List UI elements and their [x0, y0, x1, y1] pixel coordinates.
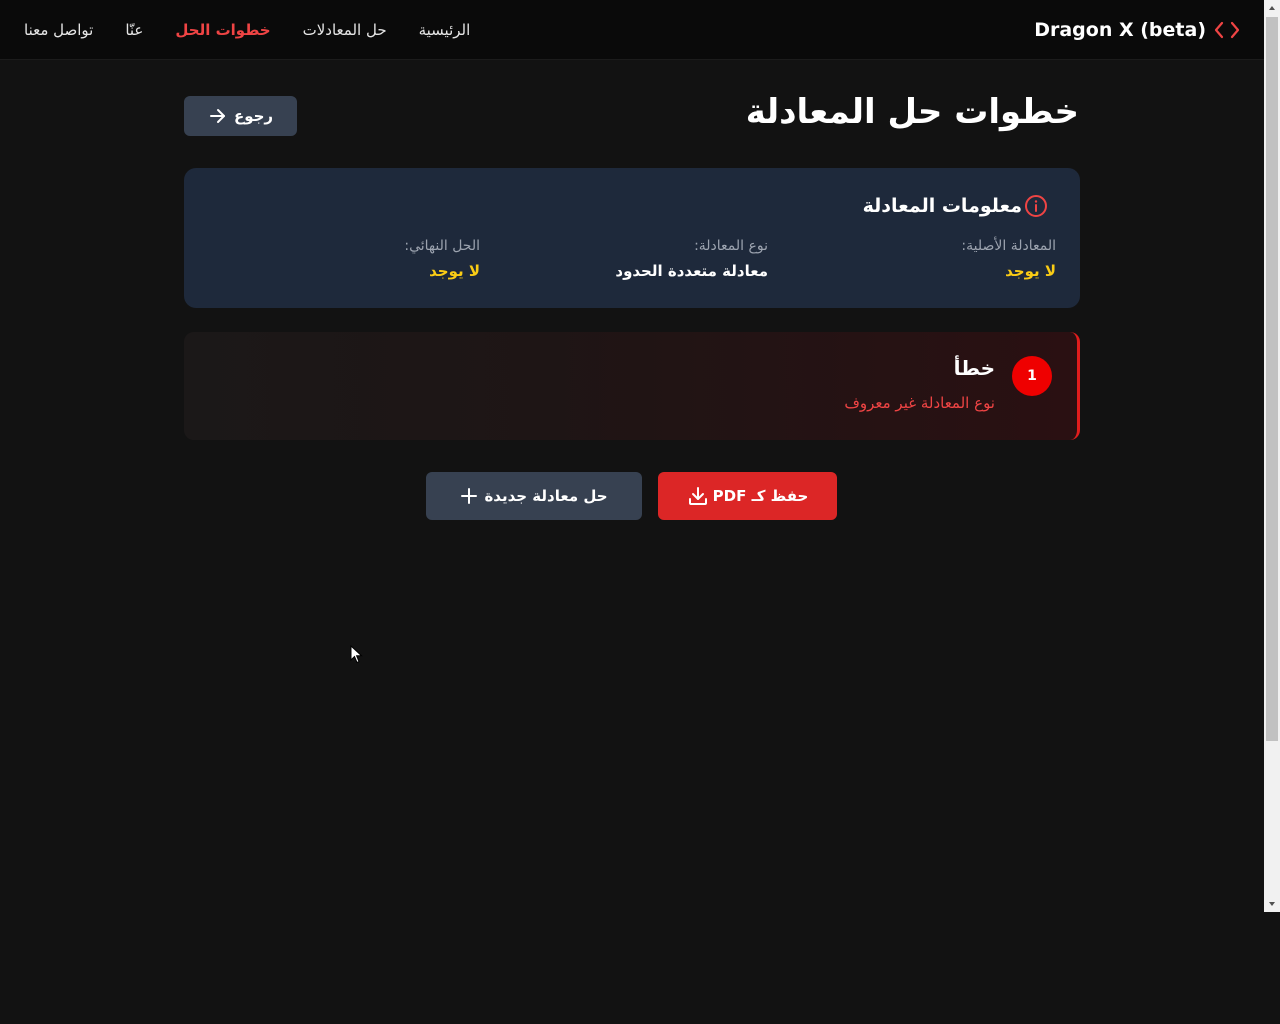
- equation-type-value: معادلة متعددة الحدود: [615, 262, 768, 280]
- window-background: [0, 912, 1280, 1024]
- equation-info-card: معلومات المعادلة المعادلة الأصلية: لا يو…: [184, 168, 1080, 308]
- final-solution-value: لا يوجد: [429, 262, 480, 280]
- step-card-error: 1 خطأ نوع المعادلة غير معروف: [184, 332, 1080, 440]
- code-icon: [1214, 21, 1240, 39]
- brand-name: Dragon X (beta): [1034, 19, 1206, 41]
- nav-link-about[interactable]: عنّا: [125, 21, 143, 39]
- info-original: المعادلة الأصلية: لا يوجد: [961, 238, 1056, 280]
- nav-link-steps[interactable]: خطوات الحل: [175, 21, 270, 39]
- scroll-up-icon[interactable]: [1264, 0, 1280, 16]
- scroll-down-icon[interactable]: [1264, 896, 1280, 912]
- new-equation-label: حل معادلة جديدة: [484, 487, 608, 505]
- info-icon: [1025, 195, 1047, 217]
- info-final: الحل النهائي: لا يوجد: [404, 238, 480, 280]
- info-card-header: معلومات المعادلة: [863, 194, 1048, 218]
- brand-logo[interactable]: Dragon X (beta): [1034, 0, 1240, 60]
- save-pdf-label: حفظ كـ PDF: [712, 487, 809, 505]
- nav-link-contact[interactable]: تواصل معنا: [24, 21, 93, 39]
- download-icon: [688, 487, 707, 505]
- mouse-cursor-icon: [350, 645, 363, 664]
- info-card-title: معلومات المعادلة: [862, 195, 1022, 217]
- new-equation-button[interactable]: حل معادلة جديدة: [426, 472, 642, 520]
- step-number-badge: 1: [1012, 356, 1052, 396]
- page-title: خطوات حل المعادلة: [745, 92, 1079, 132]
- step-title: خطأ: [953, 356, 995, 380]
- final-solution-label: الحل النهائي:: [404, 238, 480, 254]
- back-button-label: رجوع: [233, 107, 274, 125]
- back-button[interactable]: رجوع: [184, 96, 297, 136]
- original-equation-value: لا يوجد: [1005, 262, 1056, 280]
- top-navbar: Dragon X (beta) الرئيسية حل المعادلات خط…: [0, 0, 1264, 60]
- nav-links: الرئيسية حل المعادلات خطوات الحل عنّا تو…: [24, 0, 470, 60]
- info-type: نوع المعادلة: معادلة متعددة الحدود: [615, 238, 768, 280]
- original-equation-label: المعادلة الأصلية:: [961, 238, 1056, 254]
- save-pdf-button[interactable]: حفظ كـ PDF: [658, 472, 837, 520]
- scrollbar-thumb[interactable]: [1266, 17, 1278, 741]
- nav-link-solve[interactable]: حل المعادلات: [303, 21, 387, 39]
- equation-type-label: نوع المعادلة:: [694, 238, 768, 254]
- app-viewport: Dragon X (beta) الرئيسية حل المعادلات خط…: [0, 0, 1264, 912]
- vertical-scrollbar[interactable]: [1264, 0, 1280, 912]
- plus-icon: [461, 488, 478, 504]
- arrow-right-icon: [209, 109, 225, 123]
- step-description: نوع المعادلة غير معروف: [844, 394, 995, 412]
- nav-link-home[interactable]: الرئيسية: [419, 21, 471, 39]
